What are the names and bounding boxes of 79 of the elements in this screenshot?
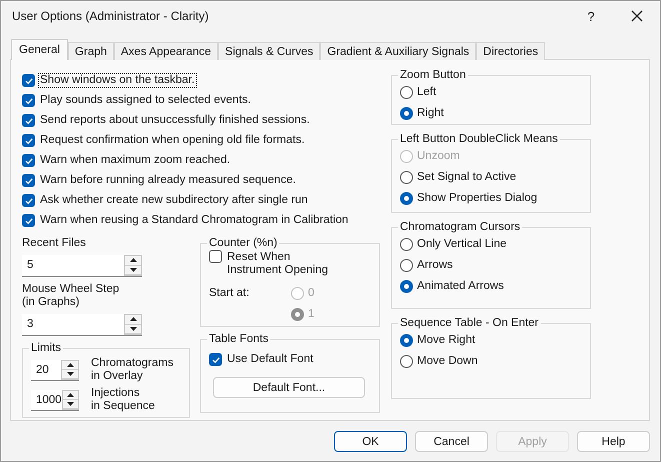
down-arrow-icon[interactable] bbox=[62, 400, 78, 408]
radio-button[interactable] bbox=[400, 259, 413, 272]
option-label: Warn when maximum zoom reached. bbox=[39, 153, 232, 168]
option-label: Move Right bbox=[416, 333, 476, 348]
group-title: Sequence Table - On Enter bbox=[399, 317, 540, 330]
group-title: Left Button DoubleClick Means bbox=[399, 133, 559, 146]
up-arrow-icon[interactable] bbox=[62, 360, 78, 370]
option-label: Show windows on the taskbar. bbox=[38, 73, 197, 88]
option-label: Animated Arrows bbox=[416, 279, 505, 294]
spin-field[interactable]: 3 bbox=[22, 314, 142, 336]
option-label: Play sounds assigned to selected events. bbox=[39, 93, 252, 108]
dialog-button[interactable]: Help bbox=[577, 431, 650, 452]
option-label: Set Signal to Active bbox=[416, 170, 518, 185]
tab[interactable]: Graph bbox=[68, 42, 114, 60]
down-arrow-icon[interactable] bbox=[125, 266, 141, 275]
dialog-button[interactable]: OK bbox=[334, 431, 407, 452]
tab[interactable]: Signals & Curves bbox=[218, 42, 320, 60]
option-label: Ask whether create new subdirectory after single run bbox=[39, 193, 309, 208]
option-label: Warn before running already measured sequence. bbox=[39, 173, 297, 188]
spin-field[interactable]: 1000 bbox=[31, 390, 79, 410]
option-label: Send reports about unsuccessfully finished sessions. bbox=[39, 113, 311, 128]
checkbox[interactable] bbox=[22, 174, 35, 187]
tab[interactable]: Gradient & Auxiliary Signals bbox=[320, 42, 476, 60]
window-title: User Options (Administrator - Clarity) bbox=[12, 9, 210, 23]
checkbox[interactable] bbox=[22, 154, 35, 167]
radio-button[interactable] bbox=[400, 86, 413, 99]
checkbox[interactable] bbox=[22, 114, 35, 127]
radio-button[interactable] bbox=[400, 334, 413, 347]
checkbox[interactable] bbox=[22, 134, 35, 147]
checkbox[interactable] bbox=[22, 94, 35, 107]
radio-button[interactable] bbox=[400, 280, 413, 293]
default-font-button[interactable]: Default Font... bbox=[213, 377, 365, 398]
up-arrow-icon[interactable] bbox=[62, 390, 78, 400]
checkmark-icon bbox=[210, 354, 220, 364]
checkbox[interactable] bbox=[209, 353, 222, 366]
field-label: Mouse Wheel Step (in Graphs) bbox=[22, 283, 120, 309]
checkbox[interactable] bbox=[22, 74, 35, 87]
up-arrow-icon[interactable] bbox=[125, 315, 141, 324]
group-title: Limits bbox=[30, 342, 62, 355]
radio-button[interactable] bbox=[400, 238, 413, 251]
option-label: Warn when reusing a Standard Chromatogram in Calibration bbox=[39, 213, 350, 228]
tab[interactable]: Axes Appearance bbox=[114, 42, 218, 60]
option-label: Request confirmation when opening old file formats. bbox=[39, 133, 306, 148]
option-label: Show Properties Dialog bbox=[416, 191, 538, 206]
option-label: Right bbox=[416, 106, 445, 121]
spin-field[interactable]: 20 bbox=[31, 360, 79, 380]
option-label: 0 bbox=[307, 286, 316, 301]
option-label: Unzoom bbox=[416, 149, 461, 164]
radio-button[interactable] bbox=[400, 107, 413, 120]
up-arrow-icon[interactable] bbox=[125, 256, 141, 266]
dialog-button[interactable]: Cancel bbox=[415, 431, 488, 452]
spin-field[interactable]: 5 bbox=[22, 255, 142, 277]
tab[interactable]: Directories bbox=[476, 42, 546, 60]
group-title: Table Fonts bbox=[208, 333, 270, 346]
group-title: Chromatogram Cursors bbox=[399, 221, 522, 234]
option-label: Reset When Instrument Opening bbox=[226, 250, 330, 278]
option-label: Arrows bbox=[416, 258, 454, 273]
group-title: Zoom Button bbox=[399, 69, 467, 82]
field-label: Chromatograms in Overlay bbox=[91, 357, 174, 383]
radio-button[interactable] bbox=[400, 355, 413, 368]
tab[interactable]: General bbox=[11, 39, 68, 60]
field-label: Start at: bbox=[209, 286, 250, 301]
option-label: Left bbox=[416, 85, 438, 100]
field-label: Recent Files bbox=[22, 237, 87, 250]
group-title: Counter (%n) bbox=[208, 237, 278, 250]
radio-button[interactable] bbox=[400, 192, 413, 205]
down-arrow-icon[interactable] bbox=[62, 370, 78, 378]
field-label: Injections in Sequence bbox=[91, 387, 155, 413]
option-label: 1 bbox=[307, 307, 316, 322]
option-label: Use Default Font bbox=[226, 352, 314, 367]
checkbox[interactable] bbox=[22, 214, 35, 227]
down-arrow-icon[interactable] bbox=[125, 324, 141, 334]
option-label: Only Vertical Line bbox=[416, 237, 508, 252]
close-icon[interactable] bbox=[631, 10, 643, 22]
checkbox[interactable] bbox=[22, 194, 35, 207]
option-label: Move Down bbox=[416, 354, 479, 369]
radio-button[interactable] bbox=[400, 171, 413, 184]
help-button[interactable]: ? bbox=[568, 1, 614, 31]
checkbox[interactable] bbox=[209, 250, 222, 263]
